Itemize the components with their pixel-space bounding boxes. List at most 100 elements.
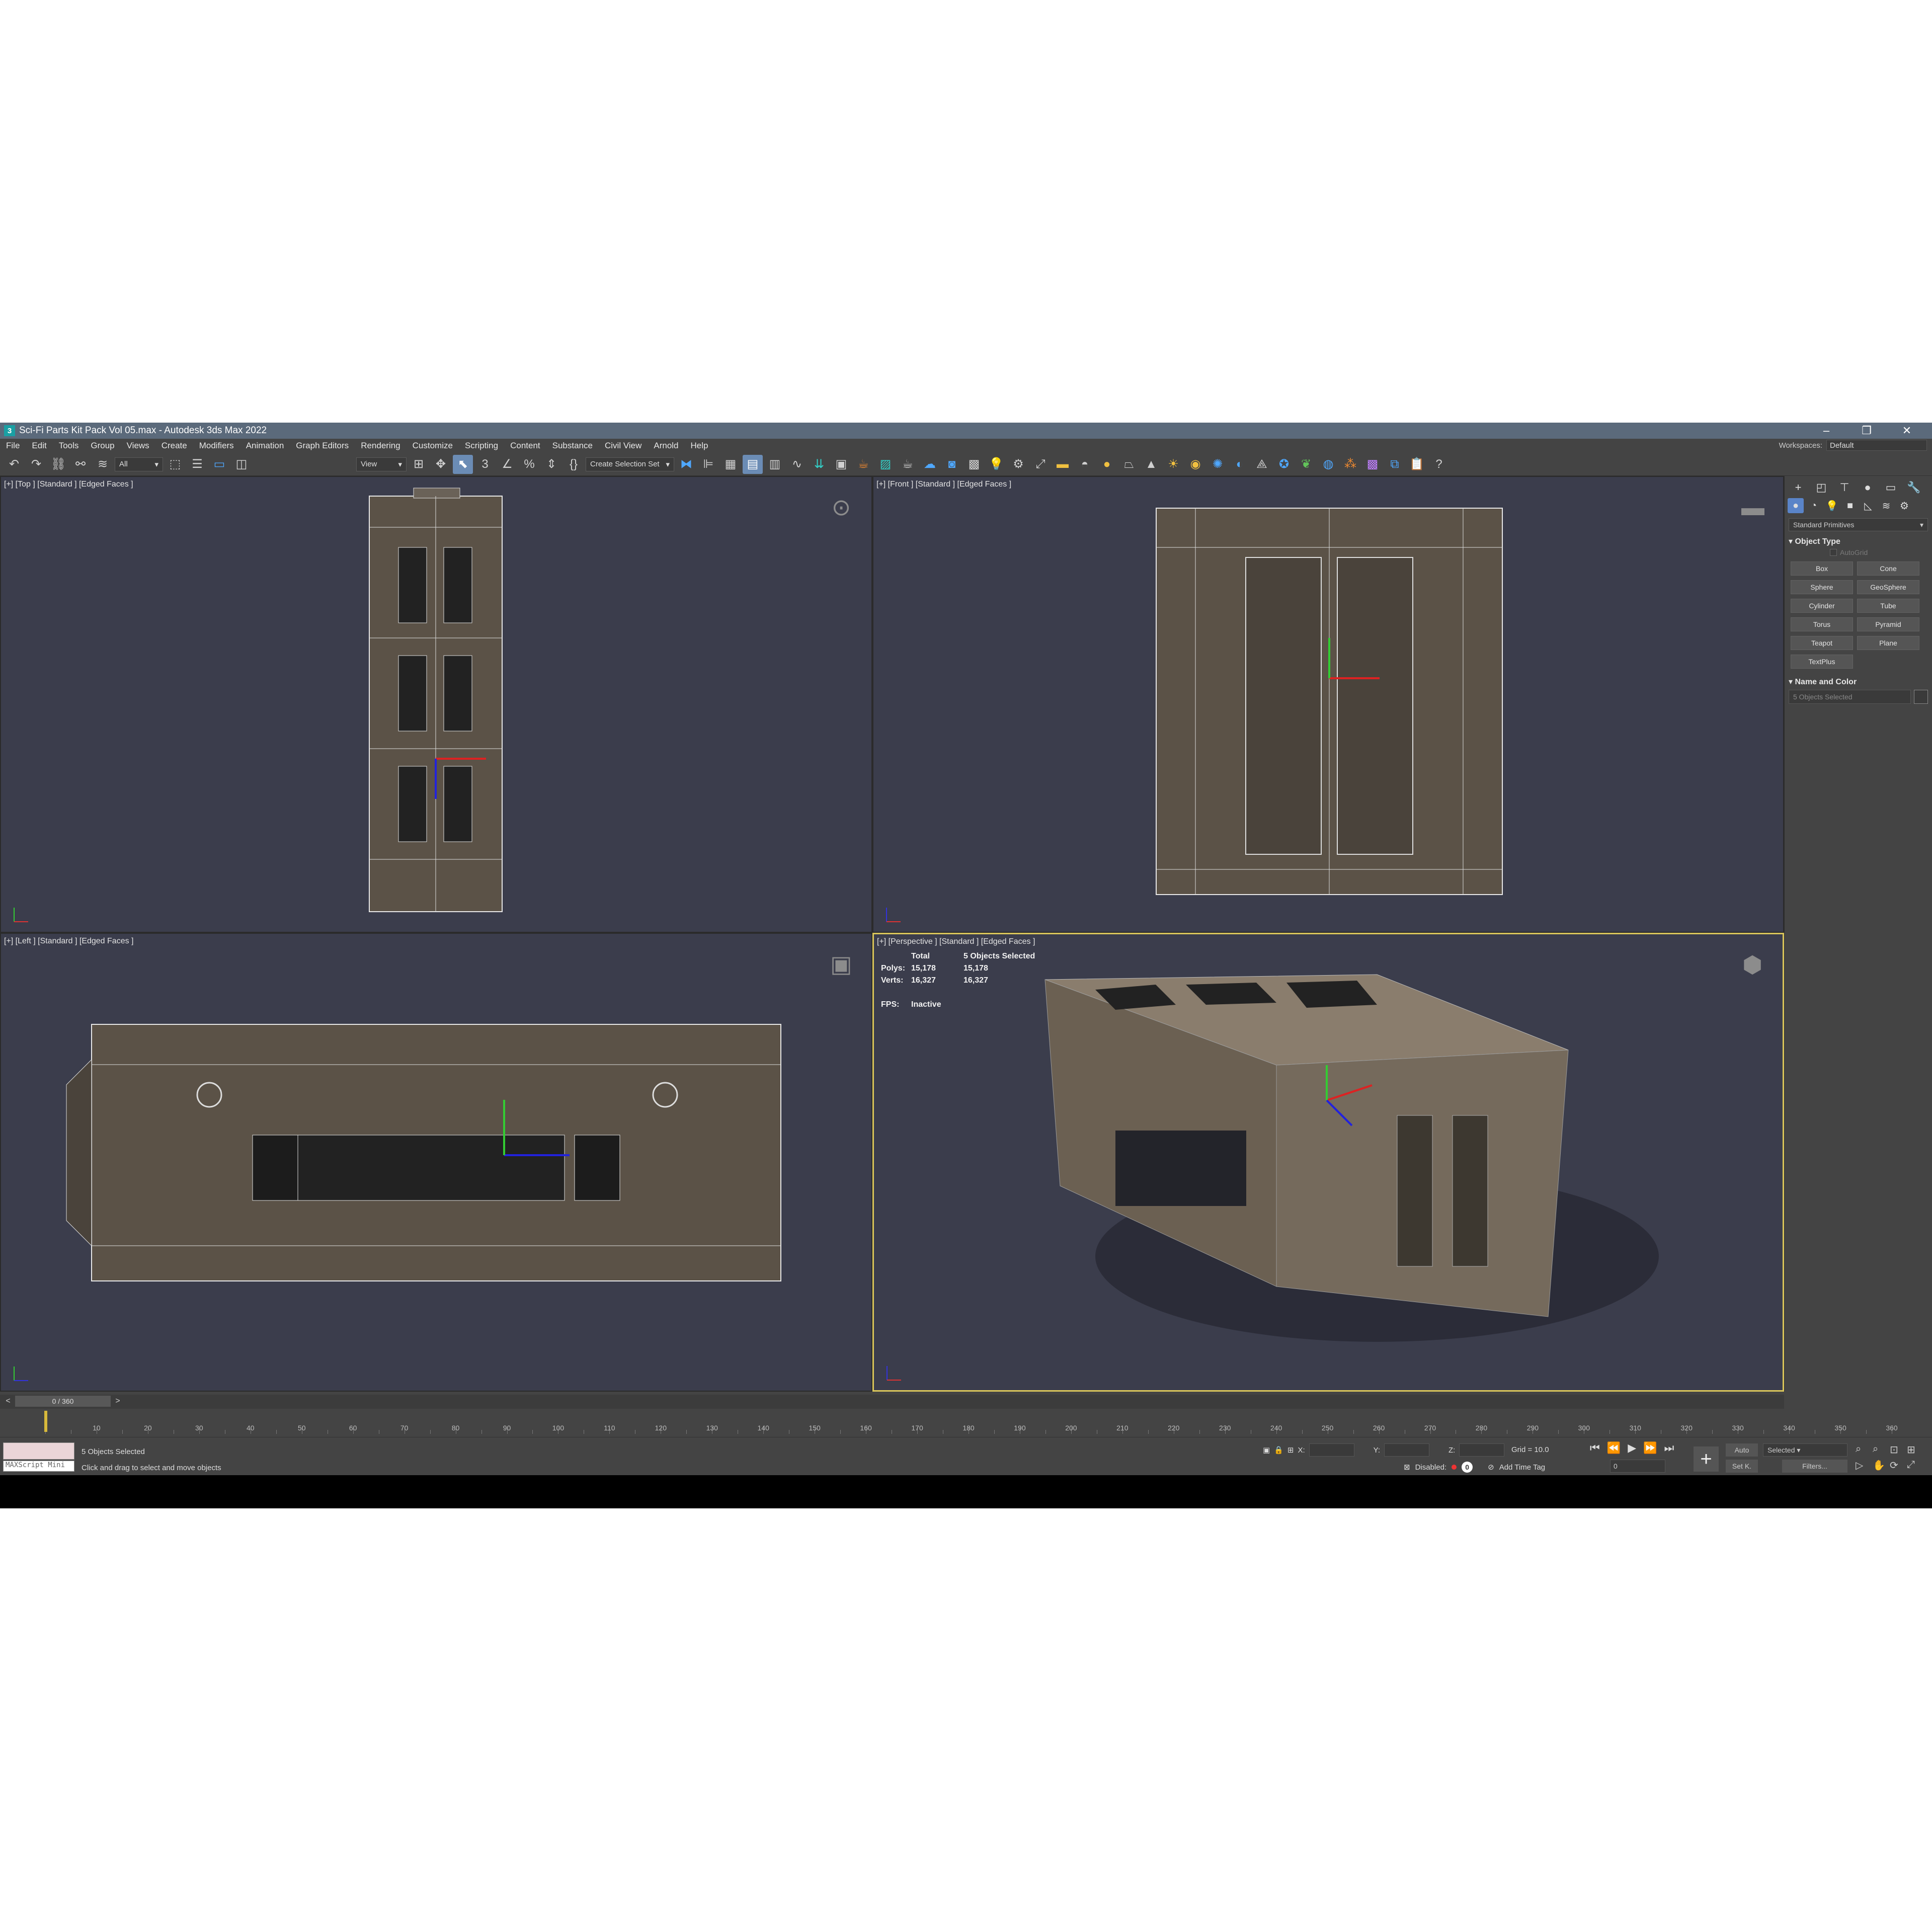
x-field[interactable] (1309, 1443, 1354, 1457)
shapes-icon[interactable]: ◔ (1806, 498, 1822, 513)
select-by-name-icon[interactable]: ☰ (187, 455, 207, 474)
time-slider-knob[interactable]: 0 / 360 (15, 1396, 111, 1407)
toggle-ribbon-icon[interactable]: ▥ (765, 455, 785, 474)
orbit-icon[interactable]: ⟳ (1890, 1459, 1905, 1472)
select-manipulate-icon[interactable]: ⬉ (453, 454, 473, 474)
arnold-render-icon[interactable]: ◙ (942, 455, 962, 474)
select-object-icon[interactable]: ⬚ (165, 455, 185, 474)
viewport-left[interactable]: [+] [Left ] [Standard ] [Edged Faces ] ▣ (0, 933, 872, 1392)
arnold-sphere-light-icon[interactable]: ● (1097, 455, 1117, 474)
geosphere-button[interactable]: GeoSphere (1857, 580, 1919, 594)
menu-create[interactable]: Create (155, 441, 193, 451)
pan-icon[interactable]: ✋ (1873, 1459, 1888, 1472)
help-icon[interactable]: ? (1429, 455, 1449, 474)
degradation-icon[interactable]: ⊠ (1404, 1463, 1410, 1472)
object-type-rollout[interactable]: ▾ Object Type (1789, 536, 1928, 546)
arnold-mesh-icon[interactable]: ⏢ (1119, 455, 1139, 474)
helpers-icon[interactable]: ◺ (1860, 498, 1876, 513)
zoom-extents-all-icon[interactable]: ⊞ (1907, 1443, 1922, 1456)
spacewarps-icon[interactable]: ≋ (1878, 498, 1894, 513)
plane-button[interactable]: Plane (1857, 636, 1919, 650)
align-icon[interactable]: ⊫ (698, 455, 718, 474)
zoom-all-icon[interactable]: ⌕ (1873, 1443, 1888, 1456)
render-globe-icon[interactable]: ◍ (1318, 455, 1338, 474)
menu-views[interactable]: Views (121, 441, 155, 451)
rendered-frame-icon[interactable]: ▨ (875, 455, 896, 474)
tool-blocks-icon[interactable]: ⧉ (1385, 455, 1405, 474)
volume-icon[interactable]: ✺ (1208, 455, 1228, 474)
light-lister-icon[interactable]: ⚙ (1008, 455, 1028, 474)
arnold-plane-icon[interactable]: ▬ (1053, 455, 1073, 474)
arnold-ops-icon[interactable]: ⟁ (1252, 455, 1272, 474)
next-frame-icon[interactable]: > (113, 1396, 123, 1407)
angle-snap-icon[interactable]: ∠ (497, 455, 517, 474)
autogrid-checkbox[interactable]: AutoGrid (1830, 548, 1932, 556)
key-filters-button[interactable]: Filters... (1782, 1460, 1847, 1473)
viewport-front[interactable]: [+] [Front ] [Standard ] [Edged Faces ] … (872, 476, 1784, 933)
pyramid-button[interactable]: Pyramid (1857, 617, 1919, 631)
menu-tools[interactable]: Tools (53, 441, 85, 451)
lock-icon[interactable]: 🔒 (1274, 1445, 1283, 1455)
menu-content[interactable]: Content (504, 441, 546, 451)
maximize-button[interactable]: ❐ (1846, 423, 1887, 439)
menu-graph-editors[interactable]: Graph Editors (290, 441, 355, 451)
render-view-icon[interactable]: ▩ (964, 455, 984, 474)
menu-civil-view[interactable]: Civil View (599, 441, 648, 451)
display-tab-icon[interactable]: ▭ (1880, 480, 1901, 495)
isolate-icon[interactable]: ▣ (1263, 1445, 1270, 1455)
play-icon[interactable]: ▶ (1628, 1441, 1636, 1455)
rect-selection-icon[interactable]: ▭ (209, 455, 229, 474)
prev-frame-icon[interactable]: < (3, 1396, 13, 1407)
field-of-view-icon[interactable]: ▷ (1856, 1459, 1871, 1472)
render-online-icon[interactable]: ☁ (920, 455, 940, 474)
systems-icon[interactable]: ⚙ (1896, 498, 1912, 513)
ref-coord-dropdown[interactable]: View ▾ (356, 457, 407, 471)
cone-button[interactable]: Cone (1857, 561, 1919, 576)
close-button[interactable]: ✕ (1887, 423, 1927, 439)
utilities-tab-icon[interactable]: 🔧 (1903, 480, 1924, 495)
light-icon[interactable]: 💡 (986, 455, 1006, 474)
name-and-color-rollout[interactable]: ▾ Name and Color (1789, 677, 1928, 687)
arnold-dome-icon[interactable]: ◓ (1075, 455, 1095, 474)
key-filter-dropdown[interactable]: Selected ▾ (1763, 1443, 1847, 1457)
time-slider[interactable]: < 0 / 360 > (0, 1395, 1784, 1409)
viewport-top[interactable]: [+] [Top ] [Standard ] [Edged Faces ] ⊙ (0, 476, 872, 933)
redo-icon[interactable]: ↷ (26, 455, 46, 474)
particles-icon[interactable]: ⁂ (1340, 455, 1360, 474)
clipboard-icon[interactable]: 📋 (1407, 455, 1427, 474)
layer-explorer-icon[interactable]: ▤ (743, 454, 763, 474)
absolute-mode-icon[interactable]: ⊞ (1287, 1445, 1294, 1455)
window-crossing-icon[interactable]: ◫ (231, 455, 252, 474)
edit-named-sets-icon[interactable]: {} (564, 455, 584, 474)
menu-rendering[interactable]: Rendering (355, 441, 406, 451)
zoom-icon[interactable]: ⌕ (1856, 1443, 1871, 1456)
time-tag-icon[interactable]: ⊘ (1488, 1463, 1494, 1472)
viewport-perspective[interactable]: [+] [Perspective ] [Standard ] [Edged Fa… (872, 933, 1784, 1392)
box-button[interactable]: Box (1791, 561, 1853, 576)
z-field[interactable] (1459, 1443, 1505, 1457)
cylinder-button[interactable]: Cylinder (1791, 599, 1853, 613)
modify-tab-icon[interactable]: ◰ (1811, 480, 1832, 495)
menu-modifiers[interactable]: Modifiers (193, 441, 240, 451)
arnold-scatter-icon[interactable]: ❦ (1296, 455, 1316, 474)
menu-animation[interactable]: Animation (240, 441, 290, 451)
menu-group[interactable]: Group (85, 441, 120, 451)
menu-scripting[interactable]: Scripting (459, 441, 504, 451)
maximize-viewport-icon[interactable]: ⤢ (1907, 1459, 1922, 1472)
moon-icon[interactable]: ◐ (1230, 455, 1250, 474)
set-key-button[interactable]: Set K. (1726, 1460, 1758, 1473)
pivot-center-icon[interactable]: ⊞ (409, 455, 429, 474)
sun-icon[interactable]: ☀ (1163, 455, 1183, 474)
auto-key-button[interactable]: Auto (1726, 1443, 1758, 1457)
percent-snap-icon[interactable]: % (519, 455, 539, 474)
cameras-icon[interactable]: ■ (1842, 498, 1858, 513)
geometry-icon[interactable]: ● (1788, 498, 1804, 513)
selection-set-dropdown[interactable]: Create Selection Set ▾ (586, 457, 674, 471)
next-key-icon[interactable]: ⏩ (1643, 1441, 1657, 1455)
menu-help[interactable]: Help (685, 441, 714, 451)
sky-icon[interactable]: ◉ (1185, 455, 1205, 474)
link-icon[interactable]: ⛓ (48, 455, 68, 474)
menu-substance[interactable]: Substance (546, 441, 599, 451)
menu-file[interactable]: File (0, 441, 26, 451)
object-name-field[interactable]: 5 Objects Selected (1789, 690, 1911, 704)
